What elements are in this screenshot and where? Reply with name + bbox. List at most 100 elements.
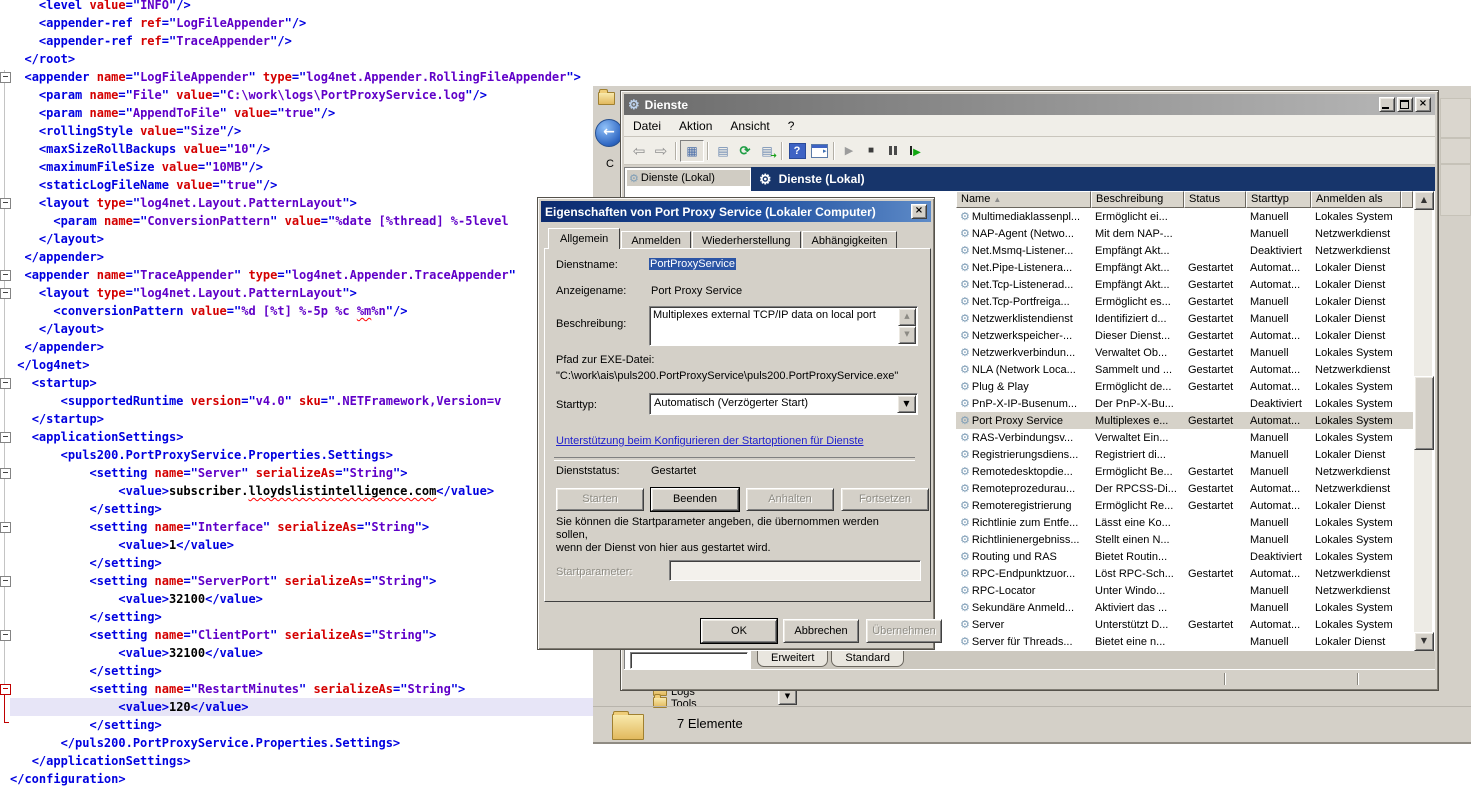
service-gear-icon: ⚙ <box>960 381 970 393</box>
column-header-name[interactable]: Name ▲ <box>956 191 1091 208</box>
toolbar-separator <box>833 142 835 160</box>
service-row[interactable]: ⚙RAS-Verbindungsv...Verwaltet Ein...Manu… <box>956 429 1413 446</box>
extended-view-icon[interactable]: ▸ <box>808 141 830 161</box>
dialog-close-button[interactable]: × <box>911 204 927 219</box>
dialog-titlebar[interactable]: Eigenschaften von Port Proxy Service (Lo… <box>541 201 931 222</box>
menu-item-aktion[interactable]: Aktion <box>670 117 721 135</box>
service-row[interactable]: ⚙Server für Threads...Bietet eine n...Ma… <box>956 633 1413 650</box>
maximize-button[interactable] <box>1397 97 1413 112</box>
service-row[interactable]: ⚙Multimediaklassenpl...Ermöglicht ei...M… <box>956 208 1413 225</box>
service-row[interactable]: ⚙PnP-X-IP-Busenum...Der PnP-X-Bu...Deakt… <box>956 395 1413 412</box>
restart-service-icon[interactable]: ▶ <box>904 141 926 161</box>
services-app-icon: ⚙ <box>628 97 640 113</box>
service-name: ⚙Netzwerkverbindun... <box>956 346 1091 359</box>
service-logon: Netzwerkdienst <box>1311 585 1401 597</box>
refresh-icon[interactable]: ⟳ <box>734 141 756 161</box>
tree-item-dienste-lokal[interactable]: ⚙ Dienste (Lokal) <box>627 170 750 186</box>
combobox-dropdown-button[interactable]: ▼ <box>897 395 916 413</box>
dialog-tab-abhngigkeiten[interactable]: Abhängigkeiten <box>802 231 898 249</box>
service-row[interactable]: ⚙Remoteprozedurau...Der RPCSS-Di...Gesta… <box>956 480 1413 497</box>
service-row[interactable]: ⚙Netzwerkspeicher-...Dieser Dienst...Ges… <box>956 327 1413 344</box>
service-row[interactable]: ⚙Port Proxy ServiceMultiplexes e...Gesta… <box>956 412 1413 429</box>
column-header-starttyp[interactable]: Starttyp <box>1246 191 1311 208</box>
service-row[interactable]: ⚙Registrierungsdiens...Registriert di...… <box>956 446 1413 463</box>
fortsetzen-button[interactable]: Fortsetzen <box>841 488 929 511</box>
scroll-up-button[interactable]: ▲ <box>1414 191 1434 210</box>
service-row[interactable]: ⚙Net.Tcp-Listenerad...Empfängt Akt...Ges… <box>956 276 1413 293</box>
show-console-tree-icon[interactable]: ▦ <box>680 140 704 162</box>
stop-service-icon[interactable]: ■ <box>860 141 882 161</box>
code-fold-gutter[interactable] <box>0 0 10 787</box>
dialog-tab-wiederherstellung[interactable]: Wiederherstellung <box>692 231 801 249</box>
column-header-status[interactable]: Status <box>1184 191 1246 208</box>
service-status: Gestartet <box>1184 415 1246 427</box>
starttyp-combobox[interactable]: Automatisch (Verzögerter Start) ▼ <box>649 393 918 415</box>
service-row[interactable]: ⚙ServerUnterstützt D...GestartetAutomat.… <box>956 616 1413 633</box>
help-icon[interactable]: ? <box>786 141 808 161</box>
services-list[interactable]: Name ▲BeschreibungStatusStarttypAnmelden… <box>956 191 1413 651</box>
forward-icon[interactable]: ⇨ <box>650 141 672 161</box>
services-scrollbar[interactable]: ▲ ▼ <box>1414 191 1432 651</box>
abbrechen-button[interactable]: Abbrechen <box>783 619 859 643</box>
back-icon[interactable]: ⇦ <box>628 141 650 161</box>
uebernehmen-button[interactable]: Übernehmen <box>866 619 942 643</box>
close-button[interactable]: × <box>1415 97 1431 112</box>
startparameter-input[interactable] <box>669 560 921 581</box>
toolbar: ⇦⇨▦▤⟳▤➜?▸▶■▶ <box>624 137 1435 165</box>
view-tab-standard[interactable]: Standard <box>831 651 904 667</box>
pfad-label: Pfad zur EXE-Datei: <box>556 354 654 366</box>
explorer-back-button[interactable]: ← <box>595 119 623 147</box>
start-service-icon[interactable]: ▶ <box>838 141 860 161</box>
startup-options-link[interactable]: Unterstützung beim Konfigurieren der Sta… <box>556 435 864 447</box>
service-row[interactable]: ⚙NLA (Network Loca...Sammelt und ...Gest… <box>956 361 1413 378</box>
minimize-button[interactable] <box>1379 97 1395 112</box>
scroll-up-icon[interactable]: ▲ <box>898 308 916 326</box>
scroll-down-icon[interactable]: ▼ <box>898 326 916 344</box>
service-status: Gestartet <box>1184 483 1246 495</box>
dienstname-value[interactable]: PortProxyService <box>649 258 736 270</box>
ok-button[interactable]: OK <box>701 619 777 643</box>
starten-button[interactable]: Starten <box>556 488 644 511</box>
menu-item-datei[interactable]: Datei <box>624 117 670 135</box>
pause-service-icon[interactable] <box>882 141 904 161</box>
service-row[interactable]: ⚙Remotedesktopdie...Ermöglicht Be...Gest… <box>956 463 1413 480</box>
starttyp-value: Automatisch (Verzögerter Start) <box>650 394 917 409</box>
service-logon: Lokales System <box>1311 534 1401 546</box>
view-tab-erweitert[interactable]: Erweitert <box>757 651 828 667</box>
properties-icon[interactable]: ▤ <box>712 141 734 161</box>
export-list-icon[interactable]: ▤➜ <box>756 141 778 161</box>
service-row[interactable]: ⚙NAP-Agent (Netwo...Mit dem NAP-...Manue… <box>956 225 1413 242</box>
column-header-anmeldenals[interactable]: Anmelden als <box>1311 191 1401 208</box>
services-node-icon: ⚙ <box>629 172 639 185</box>
menu-item-ansicht[interactable]: Ansicht <box>721 117 778 135</box>
beschreibung-textbox[interactable]: Multiplexes external TCP/IP data on loca… <box>649 306 918 346</box>
service-properties-dialog: Eigenschaften von Port Proxy Service (Lo… <box>537 197 935 650</box>
service-row[interactable]: ⚙Sekundäre Anmeld...Aktiviert das ...Man… <box>956 599 1413 616</box>
menu-item-?[interactable]: ? <box>779 117 804 135</box>
service-row[interactable]: ⚙Routing und RASBietet Routin...Deaktivi… <box>956 548 1413 565</box>
explorer-folder-item[interactable]: Tools <box>653 697 697 710</box>
service-name: ⚙Registrierungsdiens... <box>956 448 1091 461</box>
dialog-tab-allgemein[interactable]: Allgemein <box>548 228 620 249</box>
service-logon: Lokaler Dienst <box>1311 296 1401 308</box>
services-titlebar[interactable]: ⚙ Dienste × <box>624 94 1435 115</box>
anhalten-button[interactable]: Anhalten <box>746 488 834 511</box>
service-row[interactable]: ⚙Richtlinienergebniss...Stellt einen N..… <box>956 531 1413 548</box>
tree-filter-box[interactable] <box>630 652 748 669</box>
service-row[interactable]: ⚙Net.Msmq-Listener...Empfängt Akt...Deak… <box>956 242 1413 259</box>
dialog-tab-anmelden[interactable]: Anmelden <box>621 231 691 249</box>
beenden-button[interactable]: Beenden <box>651 488 739 511</box>
service-row[interactable]: ⚙RPC-Endpunktzuor...Löst RPC-Sch...Gesta… <box>956 565 1413 582</box>
service-row[interactable]: ⚙RPC-LocatorUnter Windo...ManuellNetzwer… <box>956 582 1413 599</box>
service-row[interactable]: ⚙Net.Tcp-Portfreiga...Ermöglicht es...Ge… <box>956 293 1413 310</box>
column-header-beschreibung[interactable]: Beschreibung <box>1091 191 1184 208</box>
service-logon: Lokales System <box>1311 619 1401 631</box>
service-row[interactable]: ⚙Plug & PlayErmöglicht de...GestartetAut… <box>956 378 1413 395</box>
service-row[interactable]: ⚙Netzwerkverbindun...Verwaltet Ob...Gest… <box>956 344 1413 361</box>
service-row[interactable]: ⚙Net.Pipe-Listenera...Empfängt Akt...Ges… <box>956 259 1413 276</box>
scrollbar-thumb[interactable] <box>1414 376 1434 450</box>
service-row[interactable]: ⚙NetzwerklistendienstIdentifiziert d...G… <box>956 310 1413 327</box>
service-row[interactable]: ⚙RemoteregistrierungErmöglicht Re...Gest… <box>956 497 1413 514</box>
service-row[interactable]: ⚙Richtlinie zum Entfe...Lässt eine Ko...… <box>956 514 1413 531</box>
scroll-down-button[interactable]: ▼ <box>1414 632 1434 651</box>
